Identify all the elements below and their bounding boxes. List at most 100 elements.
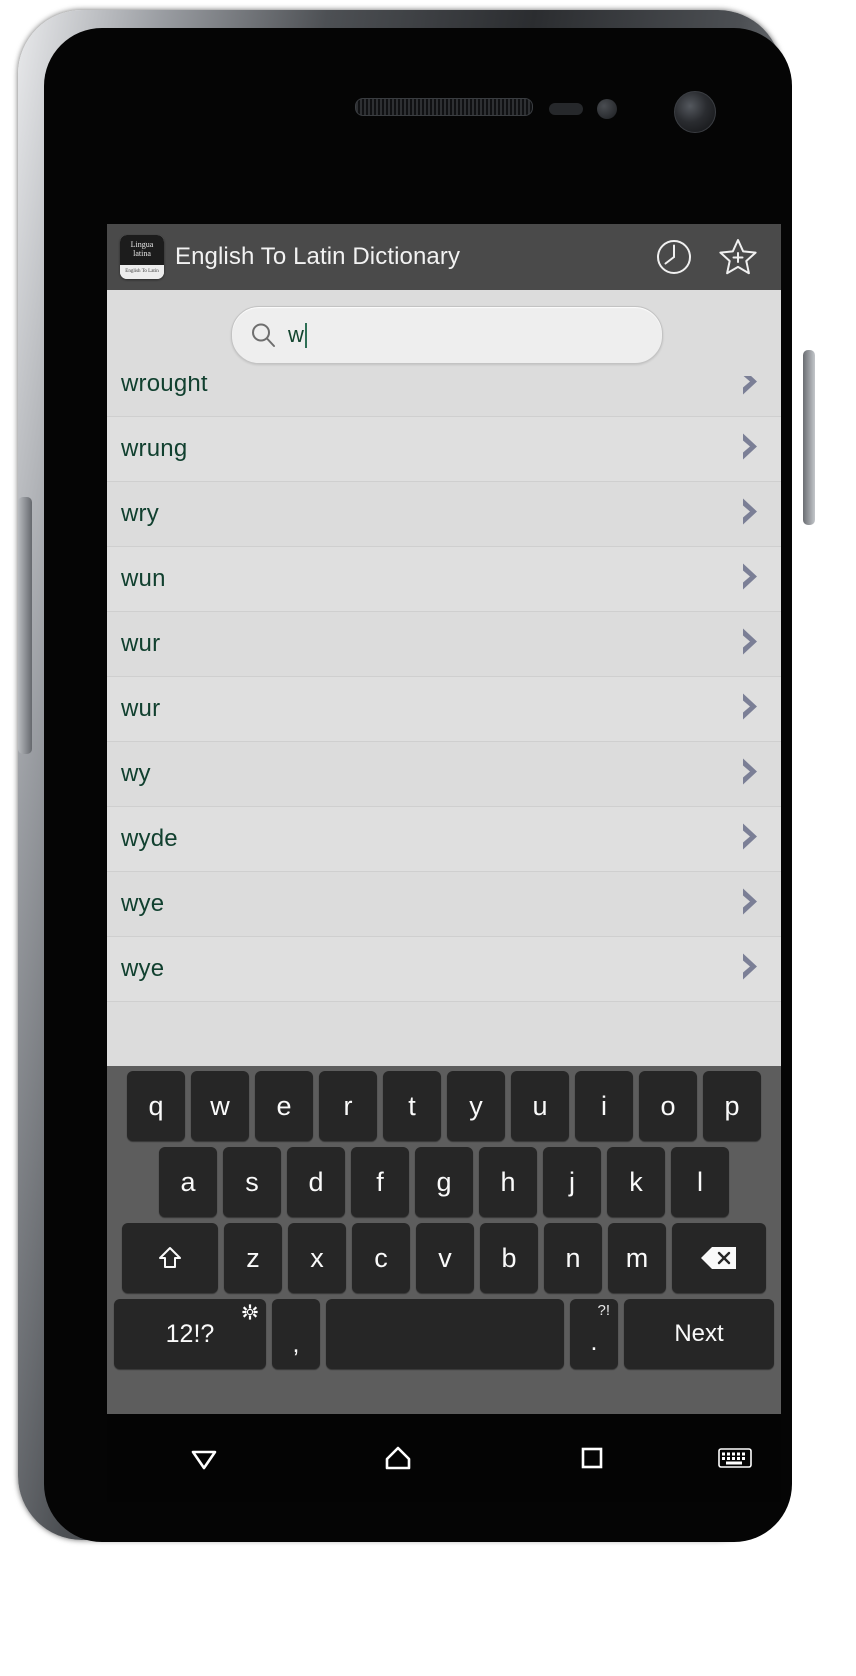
nav-recents-button[interactable]	[495, 1441, 689, 1475]
key-symbols[interactable]: 12!?	[114, 1299, 266, 1369]
power-button[interactable]	[803, 350, 815, 525]
key-x[interactable]: x	[288, 1223, 346, 1293]
key-w[interactable]: w	[191, 1071, 249, 1141]
search-input-value: w	[288, 322, 304, 347]
key-backspace[interactable]	[672, 1223, 766, 1293]
key-j[interactable]: j	[543, 1147, 601, 1217]
keyboard-row-3-letters: zxcvbnm	[221, 1223, 669, 1293]
gear-icon	[242, 1304, 258, 1320]
word-list-item-chevron[interactable]	[733, 820, 767, 859]
word-list-item-chevron[interactable]	[733, 625, 767, 664]
word-list-item-chevron[interactable]	[733, 560, 767, 599]
keyboard-row-1: qw e rtyuiop	[107, 1071, 781, 1141]
app-logo-icon[interactable]: Lingua latina English To Latin	[120, 235, 164, 279]
android-navigation-bar	[107, 1414, 781, 1502]
key-u[interactable]: u	[511, 1071, 569, 1141]
word-list-item[interactable]: wyde	[107, 807, 781, 872]
key-i[interactable]: i	[575, 1071, 633, 1141]
word-list-item-chevron[interactable]	[733, 690, 767, 729]
key-d[interactable]: d	[287, 1147, 345, 1217]
key-a[interactable]: a	[159, 1147, 217, 1217]
key-c[interactable]: c	[352, 1223, 410, 1293]
shift-key-icon	[159, 1247, 181, 1268]
word-list-item-label: wye	[121, 955, 165, 982]
key-r-label: r	[343, 1090, 353, 1121]
search-icon	[252, 323, 275, 347]
nav-keyboard-button[interactable]	[689, 1446, 781, 1470]
volume-rocker[interactable]	[18, 497, 32, 754]
word-list-item[interactable]: wur	[107, 612, 781, 677]
key-m-label: m	[625, 1242, 649, 1273]
on-screen-keyboard[interactable]: qw e rtyuiop asdfgh j kl zxcvbnm 12!? , ?! .…	[107, 1066, 781, 1414]
chevron-right-icon	[743, 376, 757, 395]
word-list-item[interactable]: wun	[107, 547, 781, 612]
chevron-right-icon	[743, 563, 757, 590]
key-h[interactable]: h	[479, 1147, 537, 1217]
word-list-item[interactable]: wur	[107, 677, 781, 742]
text-caret	[304, 322, 307, 348]
key-j-label: j	[569, 1166, 575, 1197]
key-b-label: b	[501, 1242, 517, 1273]
key-comma-label: ,	[292, 1330, 300, 1358]
key-z[interactable]: z	[224, 1223, 282, 1293]
app-logo-line1: Lingua	[130, 240, 154, 249]
key-x-label: x	[310, 1242, 324, 1273]
word-list-item[interactable]: wye	[107, 872, 781, 937]
key-y[interactable]: y	[447, 1071, 505, 1141]
word-list-item[interactable]: wrung	[107, 417, 781, 482]
word-list-item[interactable]: wrought	[107, 376, 781, 417]
chevron-right-icon	[743, 628, 757, 655]
key-w-label: w	[210, 1090, 230, 1121]
word-list-item-chevron[interactable]	[733, 885, 767, 924]
backspace-key-icon	[701, 1247, 736, 1269]
word-result-list-inner: wrought wrung wry wun wur wur wy wyde wye wye	[107, 376, 781, 1002]
key-period[interactable]: ?! .	[570, 1299, 618, 1369]
back-triangle-icon	[191, 1450, 217, 1470]
key-o[interactable]: o	[639, 1071, 697, 1141]
word-list-item-chevron[interactable]	[733, 430, 767, 469]
word-list-item[interactable]: wy	[107, 742, 781, 807]
key-k[interactable]: k	[607, 1147, 665, 1217]
key-period-superscript: ?!	[597, 1302, 610, 1319]
keyboard-row-4: 12!? , ?! . Next	[107, 1299, 781, 1369]
chevron-right-icon	[743, 953, 757, 980]
word-list-item-label: wur	[121, 695, 161, 722]
key-q[interactable]: q	[127, 1071, 185, 1141]
key-e-label: e	[276, 1090, 292, 1121]
app-logo-subtitle: English To Latin	[120, 265, 164, 279]
history-button[interactable]	[649, 232, 699, 282]
key-space[interactable]	[326, 1299, 564, 1369]
word-list-item-chevron[interactable]	[733, 755, 767, 794]
word-list-item-chevron[interactable]	[733, 495, 767, 534]
key-b[interactable]: b	[480, 1223, 538, 1293]
word-list-item[interactable]: wye	[107, 937, 781, 1002]
search-input[interactable]: w	[231, 306, 663, 364]
key-l[interactable]: l	[671, 1147, 729, 1217]
word-list-item-chevron[interactable]	[733, 950, 767, 989]
key-p[interactable]: p	[703, 1071, 761, 1141]
key-next[interactable]: Next	[624, 1299, 774, 1369]
key-comma[interactable]: ,	[272, 1299, 320, 1369]
key-r[interactable]: r	[319, 1071, 377, 1141]
nav-back-button[interactable]	[107, 1441, 301, 1475]
chevron-right-icon	[743, 498, 757, 525]
word-list-item[interactable]: wry	[107, 482, 781, 547]
word-list-item-label: wy	[121, 760, 151, 787]
key-e[interactable]: e	[255, 1071, 313, 1141]
add-favorite-button[interactable]	[713, 232, 763, 282]
key-f[interactable]: f	[351, 1147, 409, 1217]
word-result-list[interactable]: wrought wrung wry wun wur wur wy wyde wye wye	[107, 376, 781, 1066]
key-t[interactable]: t	[383, 1071, 441, 1141]
key-m[interactable]: m	[608, 1223, 666, 1293]
word-list-item-chevron[interactable]	[733, 376, 767, 404]
key-k-label: k	[629, 1166, 643, 1197]
key-shift[interactable]	[122, 1223, 218, 1293]
key-v[interactable]: v	[416, 1223, 474, 1293]
proximity-sensor	[549, 103, 583, 115]
key-n[interactable]: n	[544, 1223, 602, 1293]
star-add-favorite-icon	[719, 239, 757, 275]
key-s[interactable]: s	[223, 1147, 281, 1217]
key-g[interactable]: g	[415, 1147, 473, 1217]
nav-home-button[interactable]	[301, 1441, 495, 1475]
chevron-right-icon	[743, 433, 757, 460]
